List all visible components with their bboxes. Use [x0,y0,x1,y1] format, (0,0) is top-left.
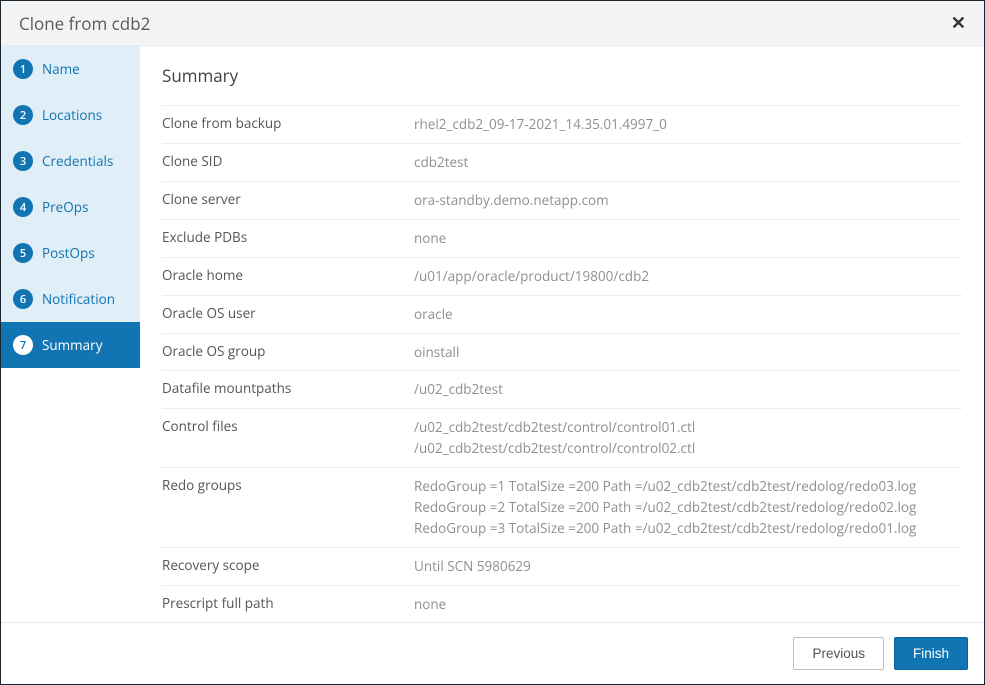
previous-button[interactable]: Previous [793,637,884,670]
close-button[interactable]: ✕ [951,13,966,34]
dialog-header: Clone from cdb2 ✕ [1,1,984,46]
step-label: PreOps [42,198,88,216]
summary-value: RedoGroup =1 TotalSize =200 Path =/u02_c… [414,476,916,539]
summary-value: rhel2_cdb2_09-17-2021_14.35.01.4997_0 [414,114,667,135]
summary-value: oracle [414,304,453,325]
summary-label: Oracle OS user [162,304,414,322]
row-control-files: Control files /u02_cdb2test/cdb2test/con… [162,408,962,467]
row-exclude-pdbs: Exclude PDBs none [162,219,962,257]
row-oracle-home: Oracle home /u01/app/oracle/product/1980… [162,257,962,295]
step-summary[interactable]: 7 Summary [1,322,140,368]
step-label: Name [42,60,80,78]
step-number-badge: 5 [13,243,33,263]
step-label: PostOps [42,244,95,262]
summary-value: /u02_cdb2test [414,379,503,400]
summary-label: Exclude PDBs [162,228,414,246]
summary-label: Clone SID [162,152,414,170]
step-preops[interactable]: 4 PreOps [1,184,140,230]
step-name[interactable]: 1 Name [1,46,140,92]
summary-label: Datafile mountpaths [162,379,414,397]
wizard-sidebar: 1 Name 2 Locations 3 Credentials 4 PreOp… [1,46,140,622]
dialog-body: 1 Name 2 Locations 3 Credentials 4 PreOp… [1,46,984,622]
step-notification[interactable]: 6 Notification [1,276,140,322]
row-clone-from-backup: Clone from backup rhel2_cdb2_09-17-2021_… [162,105,962,143]
step-number-badge: 6 [13,289,33,309]
step-number-badge: 4 [13,197,33,217]
summary-label: Redo groups [162,476,414,494]
summary-value: none [414,228,446,249]
row-recovery-scope: Recovery scope Until SCN 5980629 [162,547,962,585]
summary-content[interactable]: Summary Clone from backup rhel2_cdb2_09-… [140,46,984,622]
step-number-badge: 7 [13,335,33,355]
summary-label: Oracle OS group [162,342,414,360]
summary-value: ora-standby.demo.netapp.com [414,190,609,211]
dialog-footer: Previous Finish [1,622,984,684]
step-credentials[interactable]: 3 Credentials [1,138,140,184]
row-prescript-full-path: Prescript full path none [162,585,962,622]
summary-value: cdb2test [414,152,468,173]
summary-label: Control files [162,417,414,435]
summary-value: none [414,594,446,615]
step-postops[interactable]: 5 PostOps [1,230,140,276]
step-label: Locations [42,106,102,124]
step-label: Summary [42,336,102,354]
row-oracle-os-user: Oracle OS user oracle [162,295,962,333]
section-title: Summary [162,64,962,87]
row-redo-groups: Redo groups RedoGroup =1 TotalSize =200 … [162,467,962,547]
summary-label: Oracle home [162,266,414,284]
summary-value: Until SCN 5980629 [414,556,531,577]
step-number-badge: 2 [13,105,33,125]
summary-label: Clone server [162,190,414,208]
step-number-badge: 3 [13,151,33,171]
row-clone-server: Clone server ora-standby.demo.netapp.com [162,181,962,219]
row-clone-sid: Clone SID cdb2test [162,143,962,181]
dialog-title: Clone from cdb2 [19,12,150,35]
finish-button[interactable]: Finish [894,637,968,670]
row-datafile-mountpaths: Datafile mountpaths /u02_cdb2test [162,370,962,408]
step-label: Credentials [42,152,113,170]
summary-value: /u02_cdb2test/cdb2test/control/control01… [414,417,695,459]
summary-label: Clone from backup [162,114,414,132]
summary-label: Prescript full path [162,594,414,612]
step-locations[interactable]: 2 Locations [1,92,140,138]
step-label: Notification [42,290,115,308]
step-number-badge: 1 [13,59,33,79]
summary-value: /u01/app/oracle/product/19800/cdb2 [414,266,649,287]
summary-label: Recovery scope [162,556,414,574]
row-oracle-os-group: Oracle OS group oinstall [162,333,962,371]
summary-value: oinstall [414,342,459,363]
